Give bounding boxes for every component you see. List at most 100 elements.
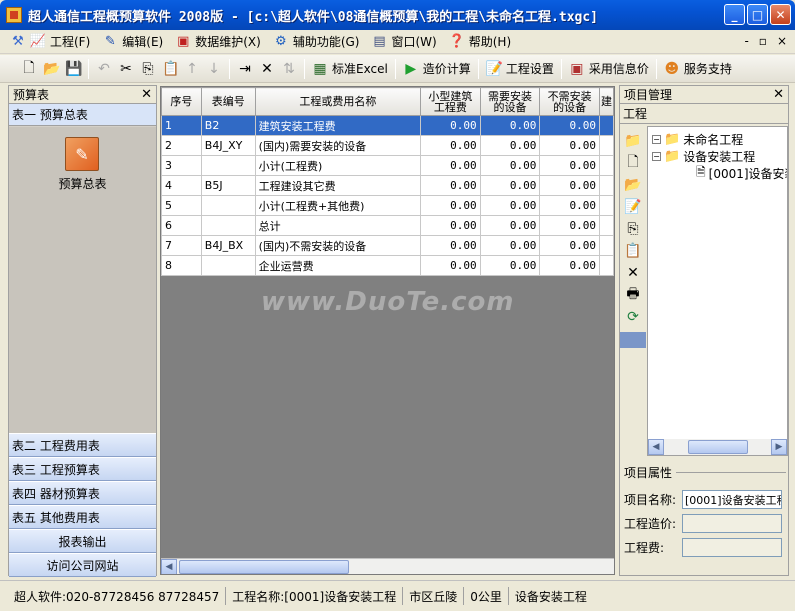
menu-edit[interactable]: ✎ 编辑(E) bbox=[102, 33, 163, 50]
summary-label[interactable]: 预算总表 bbox=[9, 175, 156, 192]
cell-value[interactable]: 0.00 bbox=[539, 175, 600, 196]
cell-seq[interactable]: 6 bbox=[161, 215, 202, 236]
menu-window[interactable]: ▤ 窗口(W) bbox=[372, 33, 436, 50]
cell-extra[interactable] bbox=[598, 155, 614, 176]
info-price-button[interactable]: ▣ 采用信息价 bbox=[566, 58, 652, 80]
cell-name[interactable]: 总计 bbox=[254, 215, 422, 236]
col-header-noinstall-equipment[interactable]: 不需安装 的设备 bbox=[539, 87, 600, 116]
cell-code[interactable] bbox=[200, 255, 256, 276]
cell-value[interactable]: 0.00 bbox=[420, 115, 481, 136]
menu-project[interactable]: ⚒ 📈 工程(F) bbox=[10, 33, 90, 50]
close-icon[interactable]: ✕ bbox=[773, 87, 784, 102]
table-row[interactable]: 2 B4J_XY (国内)需要安装的设备 0.00 0.00 0.00 bbox=[161, 135, 614, 156]
nav-item-report-output[interactable]: 报表输出 bbox=[9, 529, 156, 553]
close-button[interactable]: ✕ bbox=[770, 4, 791, 25]
cell-value[interactable]: 0.00 bbox=[479, 115, 541, 136]
new-file-icon[interactable]: 🗋 bbox=[624, 154, 642, 172]
cell-value[interactable]: 0.00 bbox=[479, 195, 541, 216]
sort-button[interactable]: ⇅ bbox=[278, 58, 300, 80]
cell-extra[interactable] bbox=[598, 235, 614, 256]
cell-code[interactable]: B2 bbox=[200, 115, 256, 136]
cell-extra[interactable] bbox=[598, 135, 614, 156]
cell-seq[interactable]: 2 bbox=[161, 135, 202, 156]
paste-button[interactable]: 📋 bbox=[159, 58, 181, 80]
menu-tools[interactable]: ⚙ 辅助功能(G) bbox=[273, 33, 360, 50]
edit-icon[interactable]: 📝 bbox=[624, 198, 642, 216]
cell-code[interactable]: B5J bbox=[200, 175, 256, 196]
table-row[interactable]: 8 企业运营费 0.00 0.00 0.00 bbox=[161, 255, 614, 276]
table-row[interactable]: 4 B5J 工程建设其它费 0.00 0.00 0.00 bbox=[161, 175, 614, 196]
cell-extra[interactable] bbox=[598, 115, 614, 136]
col-header-name[interactable]: 工程或费用名称 bbox=[254, 87, 422, 116]
nav-item-table4[interactable]: 表四 器材预算表 bbox=[9, 481, 156, 505]
nav-item-table5[interactable]: 表五 其他费用表 bbox=[9, 505, 156, 529]
settings-button[interactable]: 📝 工程设置 bbox=[483, 58, 557, 80]
cell-code[interactable]: B4J_XY bbox=[200, 135, 256, 156]
cell-extra[interactable] bbox=[598, 175, 614, 196]
calc-button[interactable]: ▶ 造价计算 bbox=[400, 58, 474, 80]
paste-icon[interactable]: 📋 bbox=[624, 242, 642, 260]
cell-value[interactable]: 0.00 bbox=[539, 135, 600, 156]
nav-item-table3[interactable]: 表三 工程预算表 bbox=[9, 457, 156, 481]
support-button[interactable]: ☻ 服务支持 bbox=[661, 58, 735, 80]
cell-code[interactable] bbox=[200, 195, 256, 216]
maximize-button[interactable]: □ bbox=[747, 4, 768, 25]
nav-item-company-site[interactable]: 访问公司网站 bbox=[9, 553, 156, 577]
scroll-thumb[interactable] bbox=[687, 440, 748, 454]
undo-button[interactable]: ↶ bbox=[93, 58, 115, 80]
col-header-seq[interactable]: 序号 bbox=[161, 87, 202, 116]
mdi-minimize-button[interactable]: - bbox=[744, 34, 748, 48]
cell-value[interactable]: 0.00 bbox=[420, 195, 481, 216]
cell-extra[interactable] bbox=[598, 255, 614, 276]
minimize-button[interactable]: _ bbox=[724, 4, 745, 25]
new-button[interactable]: 🗋 bbox=[18, 58, 40, 80]
tree-horizontal-scrollbar[interactable]: ◀ ▶ bbox=[648, 439, 787, 455]
open-folder-icon[interactable]: 📁 bbox=[624, 132, 642, 150]
col-header-build[interactable]: 建 bbox=[598, 87, 614, 116]
nav-item-table1[interactable]: 表一 预算总表 bbox=[9, 104, 156, 126]
table-row[interactable]: 3 小计(工程费) 0.00 0.00 0.00 bbox=[161, 155, 614, 176]
tree-node-leaf[interactable]: 🗎 [0001]设备安装 bbox=[696, 165, 787, 181]
cell-name[interactable]: (国内)不需安装的设备 bbox=[254, 235, 422, 256]
cell-value[interactable]: 0.00 bbox=[479, 155, 541, 176]
cell-extra[interactable] bbox=[598, 215, 614, 236]
project-tab[interactable]: 工程 bbox=[620, 104, 788, 124]
nav-item-table2[interactable]: 表二 工程费用表 bbox=[9, 433, 156, 457]
cut-button[interactable]: ✂ bbox=[115, 58, 137, 80]
table-row[interactable]: 6 总计 0.00 0.00 0.00 bbox=[161, 215, 614, 236]
cell-seq[interactable]: 8 bbox=[161, 255, 202, 276]
cell-name[interactable]: 小计(工程费+其他费) bbox=[254, 195, 422, 216]
table-row[interactable]: 5 小计(工程费+其他费) 0.00 0.00 0.00 bbox=[161, 195, 614, 216]
project-name-field[interactable]: [0001]设备安装工程 bbox=[682, 489, 782, 509]
scroll-left-icon[interactable]: ◀ bbox=[161, 558, 177, 574]
open-button[interactable]: 📂 bbox=[40, 58, 62, 80]
mdi-restore-button[interactable]: ▫ bbox=[759, 34, 767, 48]
scroll-thumb[interactable] bbox=[179, 559, 349, 574]
excel-button[interactable]: ▦ 标准Excel bbox=[309, 58, 391, 80]
cell-name[interactable]: 工程建设其它费 bbox=[254, 175, 422, 196]
cell-extra[interactable] bbox=[598, 195, 614, 216]
cell-value[interactable]: 0.00 bbox=[420, 235, 481, 256]
cell-code[interactable]: B4J_BX bbox=[200, 235, 256, 256]
cell-value[interactable]: 0.00 bbox=[479, 215, 541, 236]
move-up-button[interactable]: ↑ bbox=[181, 58, 203, 80]
folder-open-icon[interactable]: 📂 bbox=[624, 176, 642, 194]
cell-seq[interactable]: 1 bbox=[161, 115, 202, 136]
move-down-button[interactable]: ↓ bbox=[203, 58, 225, 80]
close-icon[interactable]: ✕ bbox=[141, 87, 152, 102]
cell-value[interactable]: 0.00 bbox=[479, 235, 541, 256]
cell-seq[interactable]: 4 bbox=[161, 175, 202, 196]
cell-value[interactable]: 0.00 bbox=[420, 155, 481, 176]
cell-value[interactable]: 0.00 bbox=[539, 115, 600, 136]
cell-seq[interactable]: 5 bbox=[161, 195, 202, 216]
grid-horizontal-scrollbar[interactable]: ◀ bbox=[161, 558, 614, 574]
menu-data[interactable]: ▣ 数据维护(X) bbox=[175, 33, 261, 50]
scroll-right-icon[interactable]: ▶ bbox=[771, 439, 787, 455]
cell-value[interactable]: 0.00 bbox=[539, 255, 600, 276]
cell-value[interactable]: 0.00 bbox=[539, 195, 600, 216]
cell-code[interactable] bbox=[200, 215, 256, 236]
cell-value[interactable]: 0.00 bbox=[479, 255, 541, 276]
save-button[interactable]: 💾 bbox=[62, 58, 84, 80]
refresh-icon[interactable]: ⟳ bbox=[624, 308, 642, 326]
copy-icon[interactable]: ⎘ bbox=[624, 220, 642, 238]
